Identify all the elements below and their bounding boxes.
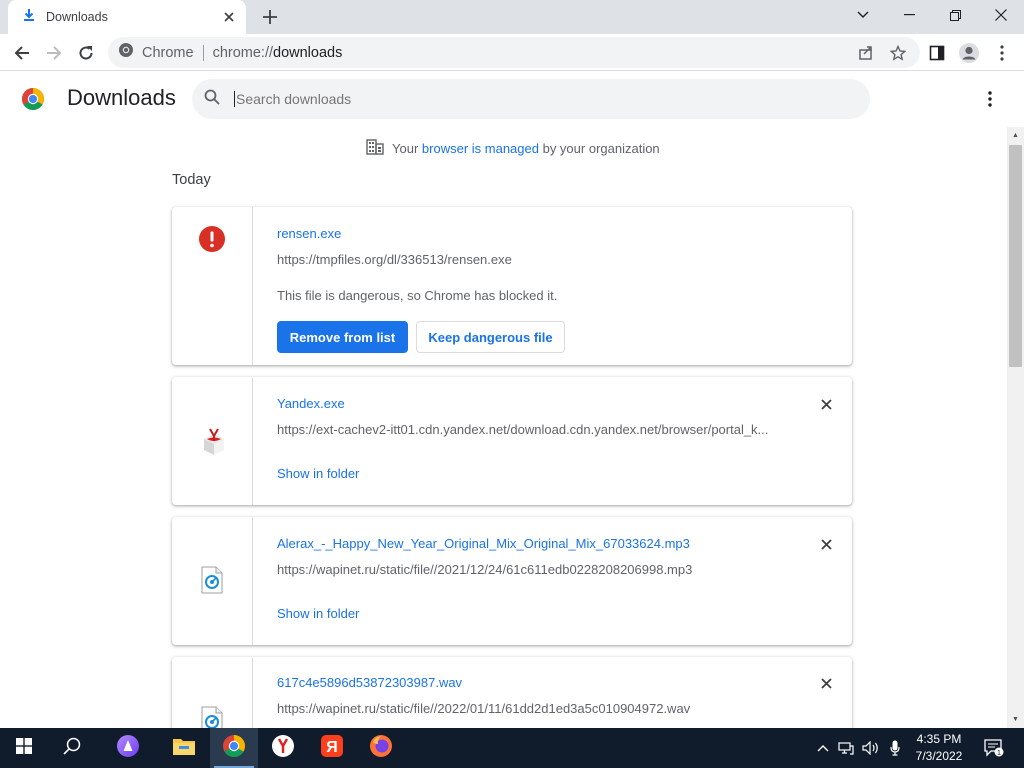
omnibox-url: chrome://downloads xyxy=(213,45,343,61)
volume-icon[interactable] xyxy=(861,728,881,768)
taskbar-search-button[interactable] xyxy=(48,728,96,768)
notification-center-icon[interactable]: 1 xyxy=(980,728,1008,768)
address-bar[interactable]: Chrome chrome://downloads xyxy=(108,37,920,68)
download-icon xyxy=(22,8,36,27)
taskbar-clock[interactable]: 4:35 PM 7/3/2022 xyxy=(905,731,973,765)
download-card-rensen: rensen.exe https://tmpfiles.org/dl/33651… xyxy=(172,207,852,365)
file-url-link[interactable]: https://wapinet.ru/static/file//2022/01/… xyxy=(277,701,777,716)
downloads-header: Downloads xyxy=(0,71,1024,127)
tab-search-chevron-icon[interactable] xyxy=(840,0,886,30)
danger-description: This file is dangerous, so Chrome has bl… xyxy=(277,288,558,303)
managed-prefix: Your xyxy=(392,141,419,156)
taskbar-file-explorer[interactable] xyxy=(160,728,208,768)
search-icon xyxy=(204,89,220,110)
browser-menu-icon[interactable] xyxy=(987,38,1017,68)
network-icon[interactable] xyxy=(836,728,856,768)
restore-button[interactable] xyxy=(932,0,978,30)
tray-overflow-chevron-icon[interactable] xyxy=(813,728,833,768)
file-name-link[interactable]: Yandex.exe xyxy=(277,396,345,411)
omnibox-separator xyxy=(202,44,204,61)
section-date-label: Today xyxy=(172,172,211,188)
yandex-icon: Я xyxy=(320,734,344,763)
show-in-folder-link[interactable]: Show in folder xyxy=(277,466,359,481)
tab-downloads[interactable]: Downloads xyxy=(8,0,246,34)
yandex-installer-icon xyxy=(199,426,225,455)
file-url-link[interactable]: https://tmpfiles.org/dl/336513/rensen.ex… xyxy=(277,252,777,267)
file-name-link[interactable]: Alerax_-_Happy_New_Year_Original_Mix_Ori… xyxy=(277,536,690,551)
tab-close-icon[interactable] xyxy=(218,6,240,28)
remove-download-close-icon[interactable] xyxy=(818,675,834,691)
chrome-icon xyxy=(222,734,246,763)
card-icon-column xyxy=(172,517,253,645)
managed-notice: Your browser is managed by your organiza… xyxy=(366,139,660,158)
file-name-link[interactable]: rensen.exe xyxy=(277,226,341,241)
side-panel-icon[interactable] xyxy=(922,38,952,68)
search-icon xyxy=(63,737,81,760)
start-button[interactable] xyxy=(0,728,48,768)
minimize-button[interactable] xyxy=(886,0,932,30)
taskbar-yandex-browser[interactable] xyxy=(259,728,307,768)
remove-download-close-icon[interactable] xyxy=(818,396,834,412)
managed-suffix: by your organization xyxy=(542,141,660,156)
taskbar-yandex[interactable]: Я xyxy=(308,728,356,768)
taskbar-firefox[interactable] xyxy=(357,728,405,768)
clock-time: 4:35 PM xyxy=(916,732,962,746)
taskbar-chrome[interactable] xyxy=(210,728,258,768)
share-icon[interactable] xyxy=(851,38,881,68)
forward-button[interactable] xyxy=(39,38,69,68)
url-host: downloads xyxy=(273,44,343,61)
taskbar-alice[interactable] xyxy=(104,728,152,768)
card-icon-column xyxy=(172,377,253,505)
keep-dangerous-file-button[interactable]: Keep dangerous file xyxy=(416,321,565,353)
audio-file-icon xyxy=(201,566,227,594)
close-window-button[interactable] xyxy=(978,0,1024,30)
remove-download-close-icon[interactable] xyxy=(818,536,834,552)
file-name-link[interactable]: 617c4e5896d53872303987.wav xyxy=(277,675,462,690)
download-card-yandex: Yandex.exe https://ext-cachev2-itt01.cdn… xyxy=(172,377,852,505)
remove-from-list-button[interactable]: Remove from list xyxy=(277,321,408,353)
file-url-link[interactable]: https://ext-cachev2-itt01.cdn.yandex.net… xyxy=(277,422,777,437)
windows-taskbar: Я 4:35 PM 7/3/2022 1 xyxy=(0,728,1024,768)
show-in-folder-link[interactable]: Show in folder xyxy=(277,606,359,621)
bookmark-star-icon[interactable] xyxy=(883,38,913,68)
clock-date: 7/3/2022 xyxy=(915,749,963,763)
svg-text:Я: Я xyxy=(326,739,338,756)
firefox-icon xyxy=(369,734,393,763)
enterprise-building-icon xyxy=(366,139,384,158)
notification-count: 1 xyxy=(997,750,1001,757)
tab-title: Downloads xyxy=(46,10,108,24)
profile-avatar-icon[interactable] xyxy=(954,38,984,68)
page-title: Downloads xyxy=(67,85,176,110)
file-url-link[interactable]: https://wapinet.ru/static/file//2021/12/… xyxy=(277,562,777,577)
danger-icon xyxy=(199,226,225,252)
new-tab-button[interactable] xyxy=(256,4,284,30)
tab-strip: Downloads xyxy=(0,0,1024,34)
back-button[interactable] xyxy=(7,38,37,68)
search-input[interactable] xyxy=(234,91,834,107)
yandex-browser-icon xyxy=(271,734,295,763)
downloads-menu-icon[interactable] xyxy=(978,87,1002,111)
page-scrollbar[interactable]: ▲ ▼ xyxy=(1007,127,1024,728)
alice-icon xyxy=(116,734,140,763)
reload-button[interactable] xyxy=(71,38,101,68)
browser-toolbar: Chrome chrome://downloads xyxy=(0,34,1024,71)
chrome-page-icon xyxy=(118,42,134,63)
windows-start-icon xyxy=(16,737,32,759)
file-explorer-icon xyxy=(173,737,195,760)
omnibox-scheme-label: Chrome xyxy=(142,44,194,61)
managed-link[interactable]: browser is managed xyxy=(422,141,539,156)
download-card-mp3: Alerax_-_Happy_New_Year_Original_Mix_Ori… xyxy=(172,517,852,645)
managed-text: Your browser is managed by your organiza… xyxy=(392,141,660,156)
url-prefix: chrome:// xyxy=(212,44,274,61)
scroll-thumb[interactable] xyxy=(1009,145,1022,367)
chrome-logo-icon xyxy=(21,87,45,111)
microphone-icon[interactable] xyxy=(885,728,905,768)
card-icon-column xyxy=(172,207,253,365)
downloads-page: Downloads Your browser is managed by you… xyxy=(0,71,1024,768)
scroll-up-arrow-icon[interactable]: ▲ xyxy=(1007,127,1024,144)
search-bar[interactable] xyxy=(192,79,870,119)
scroll-down-arrow-icon[interactable]: ▼ xyxy=(1007,711,1024,728)
